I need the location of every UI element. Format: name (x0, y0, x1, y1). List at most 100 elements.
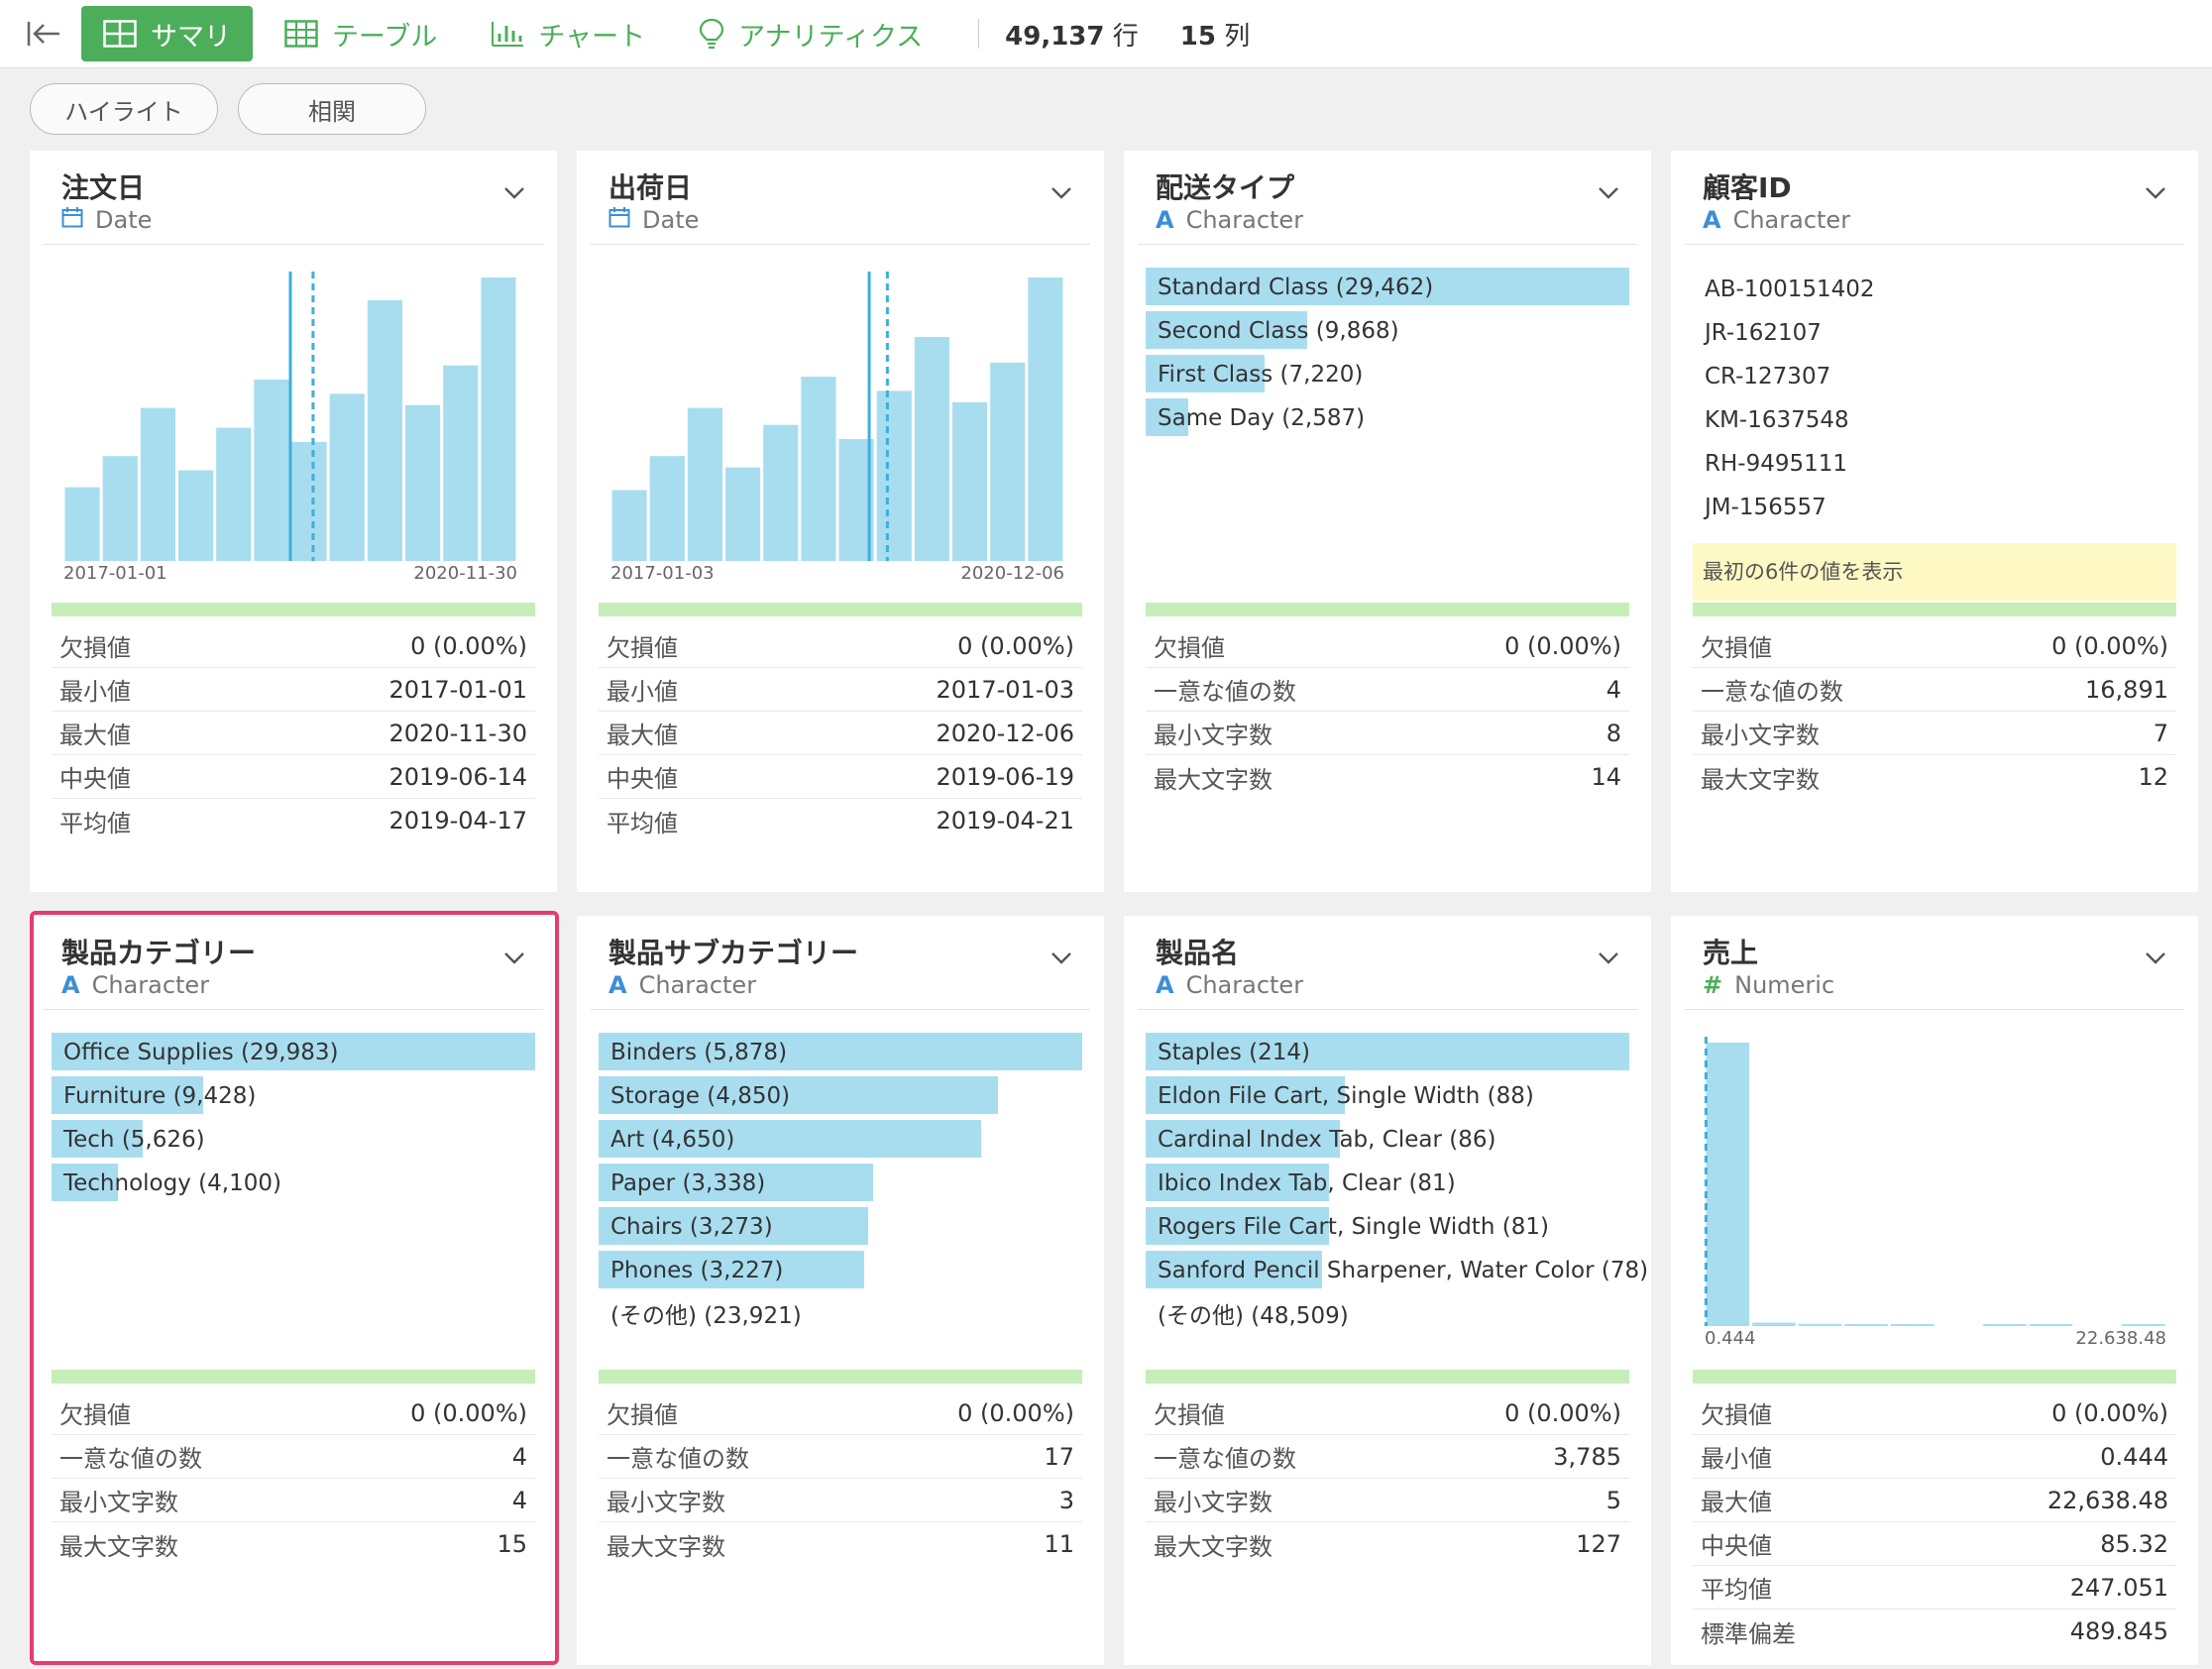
value-bar-row[interactable]: Storage (4,850) (599, 1076, 1082, 1114)
histogram-wrap: 0.444 22,638.48 (1693, 1027, 2176, 1349)
chevron-down-icon[interactable] (2141, 180, 2170, 204)
chevron-down-icon[interactable] (2141, 946, 2170, 969)
value-bar-row[interactable]: Technology (4,100) (52, 1164, 535, 1201)
histogram-bar (876, 390, 912, 561)
value-bar-row[interactable]: Ibico Index Tab, Clear (81) (1146, 1164, 1629, 1201)
value-bar-row[interactable]: Office Supplies (29,983) (52, 1033, 535, 1070)
character-icon: A (61, 971, 80, 999)
stat-value: 2019-04-17 (388, 807, 527, 834)
histogram-bar (801, 377, 836, 561)
histogram-bar (1798, 1323, 1842, 1326)
stat-key: 最大値 (607, 722, 678, 749)
column-title: 製品名 (1156, 937, 1240, 969)
value-bar-row[interactable]: Same Day (2,587) (1146, 398, 1629, 436)
stat-value: 8 (1605, 719, 1621, 747)
value-bar-row[interactable]: Furniture (9,428) (52, 1076, 535, 1114)
value-bar-row[interactable]: Art (4,650) (599, 1120, 1082, 1158)
back-icon[interactable] (16, 0, 71, 67)
chevron-down-icon[interactable] (1594, 180, 1623, 204)
histogram-bar (763, 424, 799, 561)
chevron-down-icon[interactable] (1047, 946, 1076, 969)
character-icon: A (1156, 971, 1174, 999)
value-bar-label: Sanford Pencil Sharpener, Water Color (7… (1158, 1258, 1649, 1283)
histogram-bar (102, 456, 138, 561)
column-type-label: Character (1185, 971, 1304, 999)
stat-row: 最大値 22,638.48 (1693, 1479, 2176, 1522)
column-card: 製品名 A Character Staples (214) Eldon File Car… (1124, 916, 1651, 1665)
value-bar-row[interactable]: Standard Class (29,462) (1146, 268, 1629, 305)
value-bar-row[interactable]: First Class (7,220) (1146, 355, 1629, 392)
axis-max-label: 2020-12-06 (960, 563, 1064, 579)
subtab-correlation[interactable]: 相関 (238, 83, 426, 135)
quality-bar (599, 603, 1082, 616)
column-card: 売上 # Numeric 0.444 22,638.48 欠損値 0 (0.00%) 最小値 0… (1671, 916, 2198, 1665)
histogram-bar (405, 404, 441, 561)
histogram-wrap: 2017-01-01 2020-11-30 (52, 262, 535, 584)
value-bar-row[interactable]: Rogers File Cart, Single Width (81) (1146, 1207, 1629, 1245)
stat-key: 欠損値 (1701, 634, 1772, 662)
stat-row: 平均値 2019-04-21 (599, 799, 1082, 842)
subtab-highlight[interactable]: ハイライト (30, 83, 218, 135)
tab-table[interactable]: テーブル (263, 6, 459, 61)
histogram-bar (914, 337, 949, 561)
tab-analytics[interactable]: アナリティクス (677, 6, 944, 61)
stat-key: 欠損値 (59, 634, 131, 662)
histogram-bar (687, 407, 722, 561)
chevron-down-icon[interactable] (499, 946, 529, 969)
stat-value: 12 (2138, 763, 2168, 791)
stat-key: 最大文字数 (59, 1532, 178, 1561)
stats-table: 欠損値 0 (0.00%) 最小値 2017-01-03 最大値 2020-12-06 中央… (599, 624, 1082, 842)
histogram-bar (1890, 1324, 1935, 1326)
stat-value: 11 (1044, 1530, 1074, 1558)
value-bar-row[interactable]: Sanford Pencil Sharpener, Water Color (7… (1146, 1251, 1648, 1288)
value-bar-label: Tech (5,626) (63, 1127, 205, 1153)
stat-key: 欠損値 (1701, 1401, 1772, 1429)
stat-value: 127 (1576, 1530, 1621, 1558)
value-bar-row[interactable]: Second Class (9,868) (1146, 311, 1629, 349)
calendar-icon (608, 206, 630, 234)
value-bar-row[interactable]: Paper (3,338) (599, 1164, 1082, 1201)
chevron-down-icon[interactable] (1047, 180, 1076, 204)
stat-row: 最小文字数 3 (599, 1479, 1082, 1522)
tab-table-label: テーブル (332, 21, 438, 53)
stat-row: 中央値 2019-06-19 (599, 755, 1082, 799)
header-divider (1685, 244, 2184, 245)
header-divider (44, 1009, 543, 1010)
stat-row: 一意な値の数 17 (599, 1435, 1082, 1479)
stat-value: 5 (1605, 1486, 1621, 1514)
value-bar-row[interactable]: Tech (5,626) (52, 1120, 535, 1158)
column-type: A Character (608, 971, 756, 999)
stat-value: 0 (0.00%) (410, 631, 527, 660)
stat-row: 最小文字数 7 (1693, 712, 2176, 755)
histogram-wrap: 2017-01-03 2020-12-06 (599, 262, 1082, 584)
sample-values-list: AB-100151402 JR-162107 CR-127307 KM-1637548… (1693, 268, 2176, 529)
value-bar-row[interactable]: Chairs (3,273) (599, 1207, 1082, 1245)
column-type: Date (608, 206, 699, 234)
stat-key: 一意な値の数 (607, 1445, 749, 1473)
value-bar-row[interactable]: Eldon File Cart, Single Width (88) (1146, 1076, 1629, 1114)
chevron-down-icon[interactable] (499, 180, 529, 204)
chevron-down-icon[interactable] (1594, 946, 1623, 969)
stat-value: 4 (511, 1442, 527, 1471)
tab-chart[interactable]: チャート (469, 6, 667, 61)
stat-row: 最大値 2020-12-06 (599, 712, 1082, 755)
column-type-label: Numeric (1734, 971, 1835, 999)
row-count: 49,137 行 (1005, 21, 1139, 52)
column-type: A Character (61, 971, 209, 999)
column-type-label: Character (91, 971, 210, 999)
stat-value: 489.845 (2069, 1617, 2168, 1645)
histogram: 0.444 22,638.48 (1704, 1037, 2166, 1349)
value-bar-label: Ibico Index Tab, Clear (81) (1158, 1170, 1456, 1196)
stat-value: 3 (1058, 1486, 1074, 1514)
histogram: 2017-01-01 2020-11-30 (63, 272, 517, 584)
tab-summary[interactable]: サマリ (81, 6, 253, 61)
stat-value: 4 (1605, 675, 1621, 704)
value-bar-row[interactable]: Staples (214) (1146, 1033, 1629, 1070)
value-bar-row[interactable]: Cardinal Index Tab, Clear (86) (1146, 1120, 1629, 1158)
value-bar-row[interactable]: Phones (3,227) (599, 1251, 1082, 1288)
quality-bar (1146, 603, 1629, 616)
stat-value: 247.051 (2069, 1573, 2168, 1602)
value-bar-row[interactable]: Binders (5,878) (599, 1033, 1082, 1070)
stat-value: 7 (2153, 719, 2168, 747)
stat-key: 一意な値の数 (59, 1445, 202, 1473)
